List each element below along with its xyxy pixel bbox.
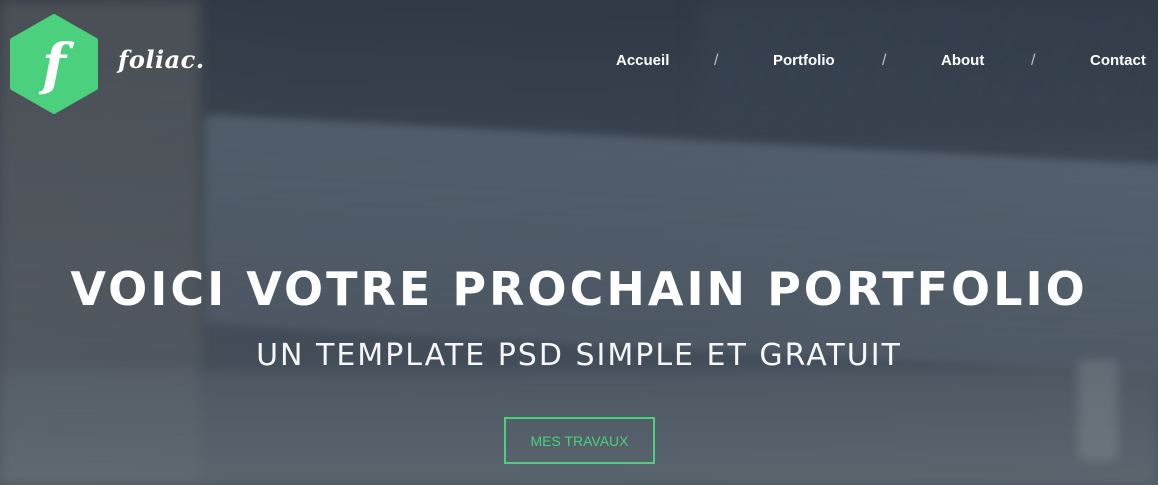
background-blur-stand: [1078, 360, 1118, 460]
hero-title: Voici votre prochain portfolio: [70, 262, 1088, 316]
mes-travaux-button[interactable]: Mes travaux: [504, 417, 655, 464]
hero-subtitle: Un template PSD simple et gratuit: [256, 338, 902, 373]
nav-separator: /: [714, 52, 719, 69]
nav-separator: /: [1031, 52, 1036, 69]
hero-section: f foliac. Accueil / Portfolio / About / …: [0, 0, 1158, 485]
nav-separator: /: [882, 52, 887, 69]
nav-item-about[interactable]: About: [941, 52, 984, 69]
background-blur-monitor: [205, 114, 1158, 376]
main-nav: Accueil / Portfolio / About / Contact: [0, 52, 1158, 72]
nav-item-contact[interactable]: Contact: [1090, 52, 1146, 69]
nav-item-portfolio[interactable]: Portfolio: [773, 52, 835, 69]
nav-item-accueil[interactable]: Accueil: [616, 52, 669, 69]
